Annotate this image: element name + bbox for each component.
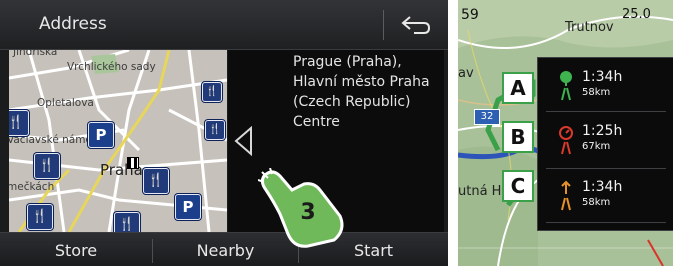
map-label: mečkách bbox=[9, 181, 55, 193]
back-button[interactable] bbox=[390, 8, 440, 42]
map-label: Opletalova bbox=[37, 97, 94, 109]
route-marker-c[interactable]: C bbox=[502, 170, 534, 202]
screenshot-root: Address Jindřiška Vrchlického sady Oplet… bbox=[0, 0, 673, 266]
destination-flag-icon bbox=[127, 157, 139, 169]
address-line: Hlavní město Praha bbox=[293, 74, 430, 90]
destination-address: Prague (Praha), Hlavní město Praha (Czec… bbox=[293, 52, 441, 132]
temperature-readout: 25.0 bbox=[622, 7, 651, 22]
parking-poi-icon: P bbox=[175, 194, 201, 220]
route-marker-a[interactable]: A bbox=[502, 72, 534, 104]
restaurant-poi-icon: 🍴 bbox=[205, 120, 225, 140]
city-label: Trutnov bbox=[565, 20, 614, 35]
navigation-screen: Address Jindřiška Vrchlického sady Oplet… bbox=[0, 0, 448, 266]
route-option-c[interactable]: 1:34h 58km bbox=[538, 172, 666, 222]
back-arrow-icon bbox=[401, 16, 431, 34]
header-divider bbox=[383, 10, 384, 40]
route-option-a[interactable]: 1:34h 58km bbox=[538, 62, 666, 112]
previous-arrow-icon[interactable] bbox=[233, 126, 255, 156]
map-label: av bbox=[458, 66, 474, 81]
route-divider bbox=[546, 168, 666, 169]
map-label: Jindřiška bbox=[13, 50, 58, 58]
route-marker-b[interactable]: B bbox=[502, 121, 534, 153]
route-time: 1:25h bbox=[582, 123, 623, 139]
eco-tree-icon bbox=[560, 71, 572, 101]
map-number-label: 59 bbox=[461, 7, 479, 23]
map-label: utná H bbox=[458, 184, 502, 199]
step-number-badge: 3 bbox=[300, 200, 316, 225]
address-line: (Czech Republic) bbox=[293, 94, 411, 110]
route-distance: 67km bbox=[582, 141, 611, 152]
route-selection-screen: 59 Trutnov 25.0 av utná H 32 1:34h 58km bbox=[458, 0, 673, 266]
route-distance: 58km bbox=[582, 87, 611, 98]
restaurant-poi-icon: 🍴 bbox=[114, 212, 140, 232]
route-divider bbox=[546, 222, 666, 223]
map-label: Vrchlického sady bbox=[67, 61, 156, 73]
route-options-panel: 1:34h 58km 1:25h 67km 1:34h 58km bbox=[537, 57, 673, 231]
road-balance-icon bbox=[561, 180, 571, 211]
address-line: Prague (Praha), bbox=[293, 54, 402, 70]
address-line: Centre bbox=[293, 114, 340, 130]
route-option-b[interactable]: 1:25h 67km bbox=[538, 116, 666, 166]
route-time: 1:34h bbox=[582, 69, 623, 85]
restaurant-poi-icon: 🍴 bbox=[143, 168, 169, 194]
route-distance: 58km bbox=[582, 197, 611, 208]
restaurant-poi-icon: 🍴 bbox=[27, 204, 53, 230]
restaurant-poi-icon: 🍴 bbox=[9, 110, 29, 136]
map-view[interactable]: Jindřiška Vrchlického sady Opletalova Vá… bbox=[9, 50, 227, 232]
restaurant-poi-icon: 🍴 bbox=[202, 82, 222, 102]
store-button[interactable]: Store bbox=[0, 233, 152, 266]
route-time: 1:34h bbox=[582, 179, 623, 195]
header-bar: Address bbox=[0, 0, 448, 50]
bottom-action-bar: Store Nearby Start bbox=[0, 232, 448, 266]
parking-poi-icon: P bbox=[88, 122, 114, 148]
route-divider bbox=[546, 111, 666, 112]
page-title: Address bbox=[39, 14, 107, 34]
restaurant-poi-icon: 🍴 bbox=[34, 153, 60, 179]
stopwatch-icon bbox=[559, 126, 573, 155]
road-number-badge: 32 bbox=[474, 109, 500, 125]
